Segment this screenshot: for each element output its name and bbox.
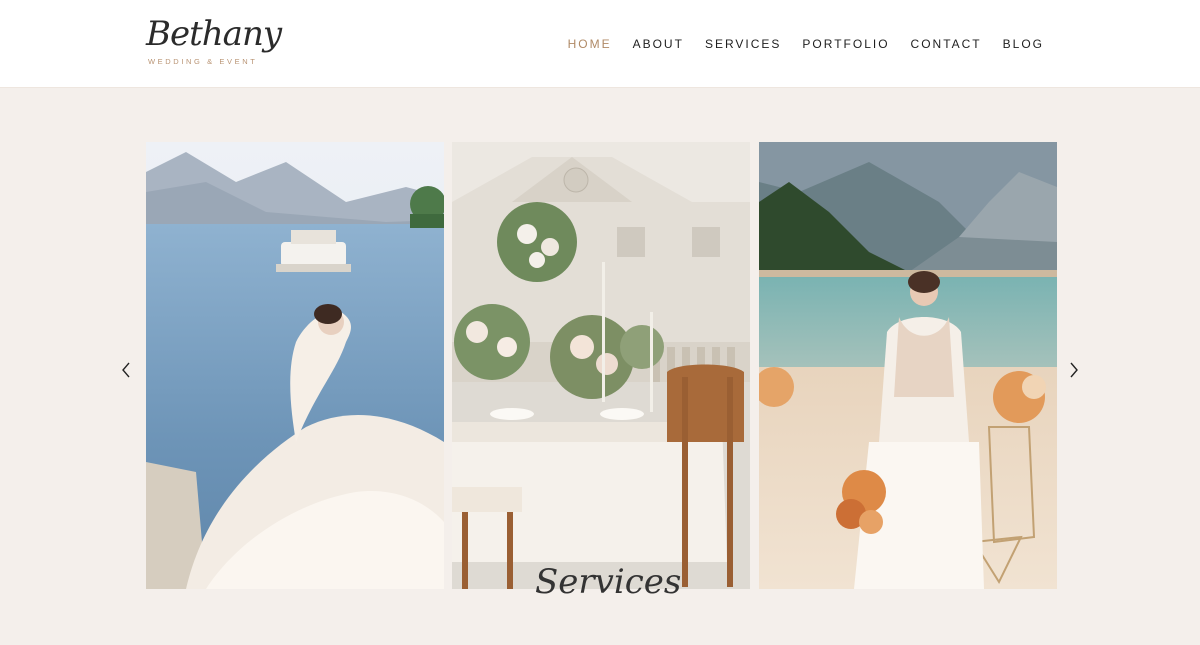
slider-next-button[interactable]	[1064, 358, 1084, 382]
nav-services[interactable]: SERVICES	[705, 37, 781, 51]
logo-wordmark: Bethany	[146, 14, 282, 54]
bride-by-lake-photo	[146, 142, 444, 589]
logo[interactable]: Bethany WEDDING & EVENT	[146, 14, 282, 72]
slide-bride-by-lake[interactable]	[146, 142, 444, 589]
slide-wedding-table[interactable]	[452, 142, 750, 589]
slide-caption: Services	[535, 562, 682, 602]
slider-prev-button[interactable]	[116, 358, 136, 382]
logo-tagline: WEDDING & EVENT	[148, 57, 258, 66]
chevron-left-icon	[122, 362, 130, 378]
main-nav: HOME ABOUT SERVICES PORTFOLIO CONTACT BL…	[568, 37, 1044, 51]
nav-home[interactable]: HOME	[568, 37, 612, 51]
wedding-table-photo	[452, 142, 750, 589]
nav-blog[interactable]: BLOG	[1003, 37, 1044, 51]
nav-about[interactable]: ABOUT	[633, 37, 684, 51]
bride-with-bouquet-photo	[759, 142, 1057, 589]
nav-portfolio[interactable]: PORTFOLIO	[802, 37, 889, 51]
site-header: Bethany WEDDING & EVENT HOME ABOUT SERVI…	[0, 0, 1200, 88]
nav-contact[interactable]: CONTACT	[911, 37, 982, 51]
slide-bride-with-bouquet[interactable]	[759, 142, 1057, 589]
chevron-right-icon	[1070, 362, 1078, 378]
